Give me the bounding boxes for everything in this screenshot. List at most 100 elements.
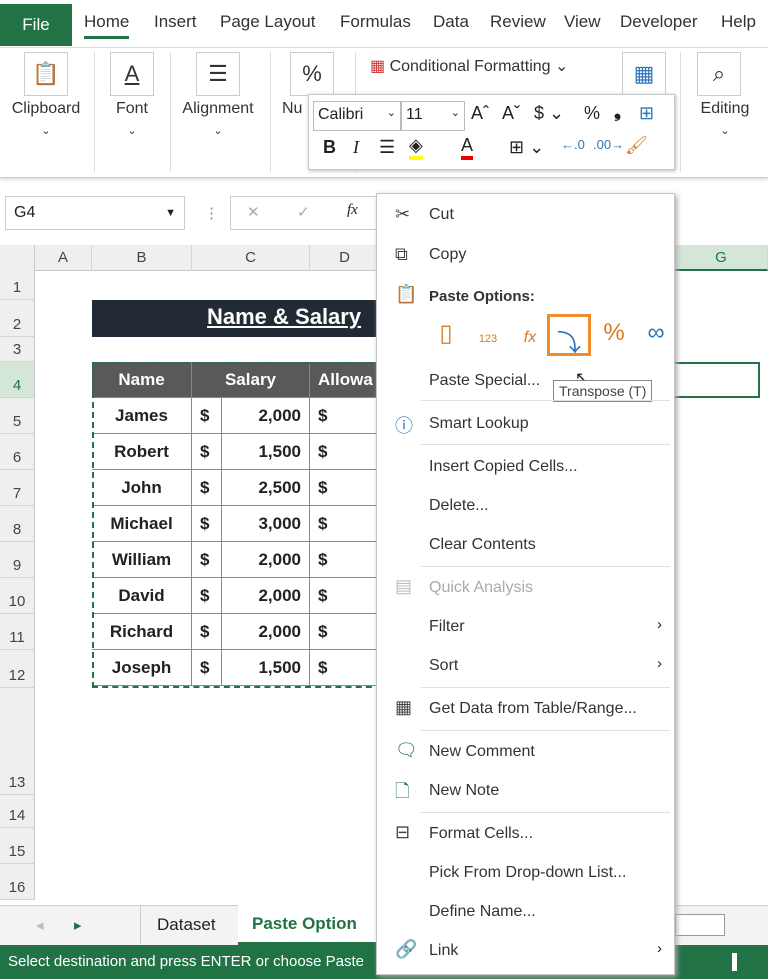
paste-formulas-icon[interactable]: fx [513,319,547,355]
scroll-right-icon[interactable]: ▸ [74,916,82,934]
cell-currency[interactable]: $ [192,398,222,434]
cell-allowance[interactable]: $ [310,650,380,686]
tab-formulas[interactable]: Formulas [340,12,411,32]
cell-salary[interactable]: 3,000 [222,506,310,542]
row-header[interactable]: 13 [0,688,35,795]
row-header[interactable]: 11 [0,614,35,650]
paste-link-icon[interactable]: ∞ [639,319,673,355]
italic-icon[interactable]: I [353,137,359,158]
cell-allowance[interactable]: $ [310,614,380,650]
cell-currency[interactable]: $ [192,470,222,506]
column-header-c[interactable]: C [192,245,310,271]
cell-name[interactable]: Richard [92,614,192,650]
cell-salary[interactable]: 2,000 [222,614,310,650]
increase-font-icon[interactable]: Aˆ [471,103,489,124]
percent-icon[interactable]: % [584,103,600,124]
font-name-dropdown[interactable]: Calibri ⌄ [313,101,401,131]
menu-delete[interactable]: Delete... [429,497,489,515]
menu-link[interactable]: Link [429,942,458,960]
row-header[interactable]: 9 [0,542,35,578]
header-allowance[interactable]: Allowa [310,362,380,398]
menu-cut[interactable]: Cut [429,206,454,224]
format-painter-icon[interactable]: 🖌 [625,135,648,156]
align-center-icon[interactable]: ☰ [379,137,395,158]
cell-name[interactable]: James [92,398,192,434]
menu-pick-from-list[interactable]: Pick From Drop-down List... [429,864,626,882]
name-box[interactable]: G4 ▼ [5,196,185,230]
tab-home[interactable]: Home [84,12,130,39]
cell-salary[interactable]: 2,000 [222,542,310,578]
menu-format-cells[interactable]: Format Cells... [429,825,533,843]
cells-icon[interactable]: ▦ [622,52,666,96]
header-name[interactable]: Name [92,362,192,398]
menu-new-note[interactable]: New Note [429,782,499,800]
cell-name[interactable]: Michael [92,506,192,542]
paste-transpose-icon[interactable]: ⤵ [547,314,591,357]
cell-salary[interactable]: 1,500 [222,434,310,470]
row-header[interactable]: 3 [0,337,35,362]
cell-allowance[interactable]: $ [310,434,380,470]
tab-data[interactable]: Data [433,12,469,32]
row-header[interactable]: 4 [0,362,35,398]
column-header-b[interactable]: B [92,245,192,271]
editing-group[interactable]: ⌕ Editing ⌄ [682,48,768,173]
cell-currency[interactable]: $ [192,650,222,686]
row-header[interactable]: 10 [0,578,35,614]
zoom-slider[interactable] [732,953,737,971]
row-header[interactable]: 16 [0,864,35,900]
tab-page-layout[interactable]: Page Layout [220,12,315,32]
formula-bar[interactable]: ✕ ✓ fx [230,196,380,230]
cell-name[interactable]: John [92,470,192,506]
cell-salary[interactable]: 2,000 [222,578,310,614]
cell-allowance[interactable]: $ [310,578,380,614]
tab-developer[interactable]: Developer [620,12,698,32]
menu-insert-copied-cells[interactable]: Insert Copied Cells... [429,458,578,476]
menu-clear-contents[interactable]: Clear Contents [429,536,536,554]
cell-currency[interactable]: $ [192,542,222,578]
tab-view[interactable]: View [564,12,601,32]
cell-salary[interactable]: 1,500 [222,650,310,686]
cell-allowance[interactable]: $ [310,470,380,506]
paste-values-icon[interactable]: 123 [471,319,505,355]
cell-name[interactable]: William [92,542,192,578]
cell-name[interactable]: David [92,578,192,614]
menu-define-name[interactable]: Define Name... [429,903,536,921]
row-header[interactable]: 15 [0,828,35,864]
column-header-g[interactable]: G [675,245,768,271]
alignment-group[interactable]: ☰ Alignment ⌄ [172,48,264,173]
merge-center-icon[interactable]: ⊞ [639,103,654,124]
menu-sort[interactable]: Sort [429,657,458,675]
menu-filter[interactable]: Filter [429,618,465,636]
clipboard-group[interactable]: 📋 Clipboard ⌄ [0,48,92,173]
row-header[interactable]: 7 [0,470,35,506]
tab-insert[interactable]: Insert [154,12,197,32]
menu-get-data[interactable]: Get Data from Table/Range... [429,700,637,718]
select-all[interactable] [0,245,35,271]
cell-name[interactable]: Joseph [92,650,192,686]
tab-review[interactable]: Review [490,12,546,32]
row-header[interactable]: 12 [0,650,35,688]
borders-icon[interactable]: ⊞ ⌄ [509,137,544,158]
tab-help[interactable]: Help [721,12,756,32]
font-color-icon[interactable]: A [461,135,474,160]
increase-decimal-icon[interactable]: ←.0 [561,137,585,152]
cell-currency[interactable]: $ [192,506,222,542]
decrease-decimal-icon[interactable]: .00→ [593,137,624,152]
cell-allowance[interactable]: $ [310,506,380,542]
menu-copy[interactable]: Copy [429,246,466,264]
sheet-tab-paste-option[interactable]: Paste Option [238,905,378,945]
comma-icon[interactable]: ❟ [614,101,621,122]
row-header[interactable]: 6 [0,434,35,470]
menu-smart-lookup[interactable]: Smart Lookup [429,415,529,433]
fill-color-icon[interactable]: ◈ [409,135,423,160]
conditional-formatting-button[interactable]: ▦ Conditional Formatting ⌄ [370,56,568,76]
dollar-icon[interactable]: $ ⌄ [534,103,564,124]
column-header-d[interactable]: D [310,245,380,271]
scroll-left-icon[interactable]: ◂ [36,916,44,934]
cell-currency[interactable]: $ [192,434,222,470]
row-header[interactable]: 2 [0,300,35,337]
menu-new-comment[interactable]: New Comment [429,743,535,761]
paste-icon[interactable]: ▯ [429,319,463,355]
cell-currency[interactable]: $ [192,614,222,650]
column-header-a[interactable]: A [35,245,92,271]
